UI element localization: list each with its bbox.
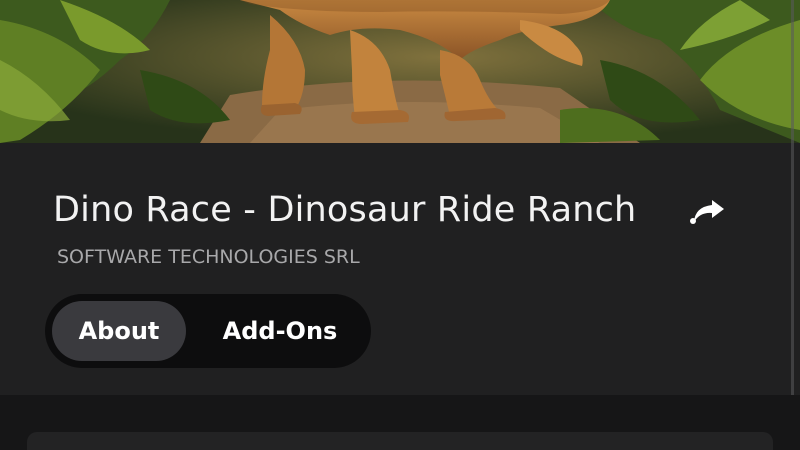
share-arrow-icon bbox=[690, 200, 724, 224]
tab-about[interactable]: About bbox=[52, 301, 186, 361]
dinosaur-jungle-artwork bbox=[0, 0, 800, 143]
scrollbar[interactable] bbox=[791, 0, 794, 450]
hero-image bbox=[0, 0, 800, 143]
content-card bbox=[27, 432, 773, 450]
publisher-name: SOFTWARE TECHNOLOGIES SRL bbox=[57, 246, 360, 268]
tab-add-ons[interactable]: Add-Ons bbox=[205, 301, 355, 361]
game-title: Dino Race - Dinosaur Ride Ranch bbox=[53, 190, 637, 230]
tab-bar: About Add-Ons bbox=[45, 294, 371, 368]
share-button[interactable] bbox=[684, 192, 728, 232]
game-detail-page: Dino Race - Dinosaur Ride Ranch SOFTWARE… bbox=[0, 0, 800, 450]
